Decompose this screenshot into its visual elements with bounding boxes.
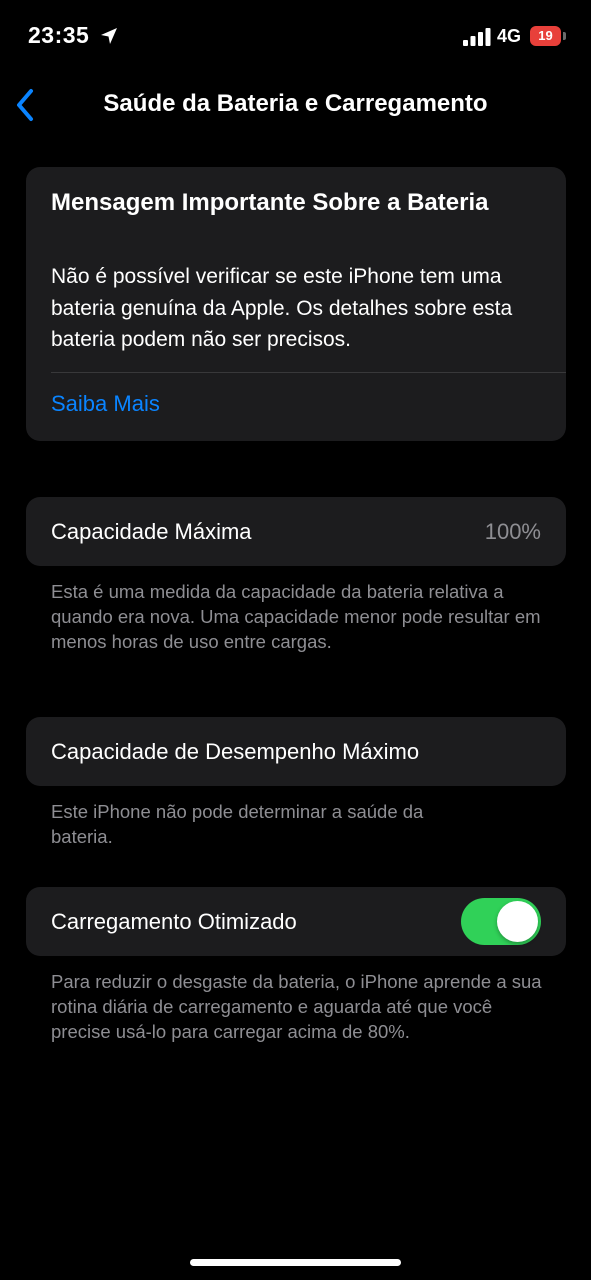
- peak-performance-label: Capacidade de Desempenho Máximo: [51, 739, 420, 764]
- max-capacity-label: Capacidade Máxima: [51, 519, 252, 544]
- important-message-card: Mensagem Importante Sobre a Bateria Não …: [26, 167, 566, 441]
- max-capacity-footnote: Esta é uma medida da capacidade da bater…: [51, 581, 541, 652]
- optimized-charging-label: Carregamento Otimizado: [51, 909, 297, 934]
- home-indicator[interactable]: [190, 1259, 401, 1266]
- important-message-title: Mensagem Importante Sobre a Bateria: [51, 189, 489, 216]
- cellular-signal-icon: [463, 28, 491, 46]
- navigation-bar: Saúde da Bateria e Carregamento: [0, 72, 591, 136]
- status-bar: 23:35 4G 19: [0, 0, 591, 72]
- optimized-charging-footnote: Para reduzir o desgaste da bateria, o iP…: [51, 971, 542, 1042]
- optimized-charging-row: Carregamento Otimizado: [26, 887, 566, 956]
- toggle-knob: [497, 901, 538, 942]
- location-arrow-icon: [101, 28, 117, 44]
- network-type-label: 4G: [497, 26, 522, 46]
- important-message-body: Não é possível verificar se este iPhone …: [51, 265, 513, 351]
- battery-level: 19: [538, 28, 553, 43]
- battery-icon: 19: [530, 26, 566, 46]
- max-capacity-row: Capacidade Máxima 100%: [26, 497, 566, 566]
- peak-performance-row: Capacidade de Desempenho Máximo: [26, 717, 566, 786]
- max-capacity-value: 100%: [484, 519, 541, 544]
- peak-performance-footnote: Este iPhone não pode determinar a saúde …: [51, 801, 424, 847]
- page-title: Saúde da Bateria e Carregamento: [103, 90, 488, 117]
- optimized-charging-toggle[interactable]: [461, 898, 541, 945]
- battery-tip: [563, 32, 566, 40]
- status-time: 23:35: [28, 22, 90, 48]
- divider: [51, 372, 566, 373]
- learn-more-link[interactable]: Saiba Mais: [51, 391, 160, 417]
